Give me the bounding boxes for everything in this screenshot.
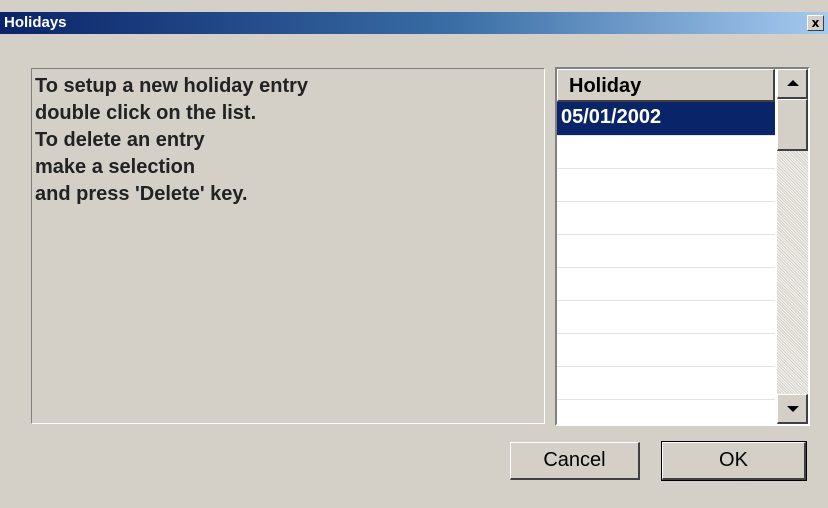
scroll-thumb[interactable] [777, 99, 808, 151]
list-item[interactable] [557, 367, 775, 400]
instruction-line: double click on the list. [35, 102, 257, 124]
list-item[interactable] [557, 235, 775, 268]
cancel-button[interactable]: Cancel [510, 442, 640, 480]
list-item[interactable] [557, 334, 775, 367]
list-item[interactable]: 05/01/2002 [557, 102, 775, 136]
list-item[interactable] [557, 169, 775, 202]
holiday-rows[interactable]: 05/01/2002 [557, 102, 775, 424]
instruction-line: and press 'Delete' key. [35, 183, 248, 205]
list-item[interactable] [557, 136, 775, 169]
close-icon: x [811, 16, 820, 30]
holiday-column-header[interactable]: Holiday [557, 69, 775, 102]
instruction-line: make a selection [35, 156, 196, 178]
scroll-up-button[interactable] [777, 69, 808, 99]
instruction-line: To setup a new holiday entry [35, 75, 309, 97]
ok-button[interactable]: OK [661, 441, 807, 481]
holiday-list[interactable]: Holiday 05/01/2002 [555, 67, 810, 426]
holidays-dialog: Holidays x To setup a new holiday entry … [0, 0, 828, 508]
vertical-scrollbar[interactable] [777, 69, 808, 424]
list-item[interactable] [557, 268, 775, 301]
arrow-down-icon [787, 406, 799, 412]
arrow-up-icon [787, 80, 799, 86]
list-item[interactable] [557, 202, 775, 235]
instruction-line: To delete an entry [35, 129, 205, 151]
list-item[interactable] [557, 400, 775, 424]
window-title: Holidays [4, 14, 67, 31]
instructions-panel: To setup a new holiday entry double clic… [31, 68, 545, 424]
list-item[interactable] [557, 301, 775, 334]
close-button[interactable]: x [807, 15, 824, 31]
scroll-down-button[interactable] [777, 394, 808, 424]
title-bar[interactable]: Holidays x [0, 12, 828, 34]
